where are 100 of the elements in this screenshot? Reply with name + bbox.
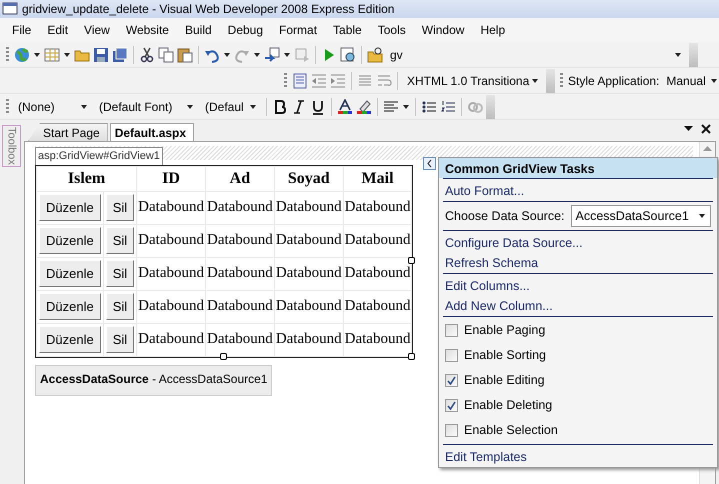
- caret-icon[interactable]: [710, 76, 718, 84]
- indent-icon[interactable]: [330, 72, 346, 88]
- style-application-label: Style Application:: [568, 72, 660, 90]
- dropdown-icon[interactable]: [684, 124, 693, 133]
- edit-button[interactable]: Düzenle: [39, 194, 101, 222]
- table-cell: Databound: [136, 257, 206, 290]
- resize-handle[interactable]: [220, 352, 228, 360]
- resize-handle[interactable]: [408, 257, 416, 264]
- caret-icon[interactable]: [283, 50, 291, 58]
- edit-button[interactable]: Düzenle: [39, 260, 101, 288]
- menu-item[interactable]: Build: [176, 21, 220, 39]
- edit-button[interactable]: Düzenle: [39, 292, 101, 320]
- delete-button[interactable]: Sil: [106, 194, 134, 222]
- paste-icon[interactable]: [177, 46, 193, 62]
- caret-icon[interactable]: [698, 212, 706, 220]
- style-application-dropdown[interactable]: Manual: [662, 70, 719, 90]
- column-header: ID: [136, 166, 206, 191]
- document-tab[interactable]: Start Page: [28, 123, 108, 141]
- folder-search-icon[interactable]: [367, 46, 383, 62]
- form-icon[interactable]: [292, 72, 308, 88]
- numbered-list-icon[interactable]: [440, 98, 456, 114]
- edit-button[interactable]: Düzenle: [39, 226, 101, 254]
- browser-preview-icon[interactable]: [340, 46, 356, 62]
- edit-button[interactable]: Düzenle: [39, 326, 101, 354]
- caret-icon[interactable]: [80, 102, 88, 110]
- toolbox-tab[interactable]: Toolbox: [2, 125, 20, 167]
- menu-item[interactable]: Edit: [39, 21, 76, 39]
- bullet-list-icon[interactable]: [421, 98, 437, 114]
- checkbox[interactable]: [445, 349, 458, 362]
- menu-item[interactable]: Format: [271, 21, 326, 39]
- caret-icon[interactable]: [531, 76, 539, 84]
- caret-icon[interactable]: [674, 50, 682, 58]
- outdent-icon[interactable]: [311, 72, 327, 88]
- column-header: Islem: [36, 166, 137, 191]
- task-link[interactable]: Refresh Schema: [445, 252, 711, 272]
- table-cell: Databound: [136, 323, 206, 356]
- cut-icon[interactable]: [139, 46, 155, 62]
- checkbox-label[interactable]: Enable Sorting: [464, 346, 546, 365]
- resize-handle[interactable]: [408, 352, 416, 360]
- task-link[interactable]: Auto Format...: [445, 180, 711, 200]
- bold-icon[interactable]: [272, 98, 288, 114]
- lines-icon[interactable]: [357, 72, 373, 88]
- doctype-dropdown[interactable]: XHTML 1.0 Transitiona: [403, 70, 543, 90]
- delete-button[interactable]: Sil: [106, 326, 134, 354]
- task-link[interactable]: Edit Columns...: [445, 275, 711, 295]
- save-icon[interactable]: [93, 46, 109, 62]
- copy-icon[interactable]: [158, 46, 174, 62]
- italic-icon[interactable]: [291, 98, 307, 114]
- menu-item[interactable]: File: [4, 21, 40, 39]
- caret-icon[interactable]: [186, 102, 194, 110]
- document-tab[interactable]: Default.aspx: [110, 123, 194, 141]
- navigate-icon[interactable]: [264, 46, 280, 62]
- caret-icon[interactable]: [253, 50, 261, 58]
- menu-item[interactable]: Table: [325, 21, 370, 39]
- menu-item[interactable]: Tools: [370, 21, 414, 39]
- task-link[interactable]: Edit Templates: [445, 446, 711, 466]
- checkbox[interactable]: [445, 374, 458, 387]
- smart-tag-icon[interactable]: [423, 157, 436, 170]
- checkbox[interactable]: [445, 324, 458, 337]
- menu-item[interactable]: Help: [472, 21, 514, 39]
- table-icon[interactable]: [44, 46, 60, 62]
- menu-item[interactable]: Debug: [220, 21, 272, 39]
- highlighter-icon[interactable]: [356, 98, 372, 114]
- align-icon[interactable]: [383, 98, 399, 114]
- checkbox[interactable]: [445, 424, 458, 437]
- menu-item[interactable]: Website: [118, 21, 177, 39]
- delete-button[interactable]: Sil: [106, 260, 134, 288]
- checkbox-label[interactable]: Enable Paging: [464, 321, 546, 340]
- delete-button[interactable]: Sil: [106, 292, 134, 320]
- font-size-dropdown[interactable]: (Defaul: [201, 96, 261, 116]
- menu-item[interactable]: View: [76, 21, 118, 39]
- block-format-dropdown[interactable]: (None): [14, 96, 92, 116]
- close-icon[interactable]: [701, 124, 711, 134]
- table-cell: Databound: [205, 224, 274, 257]
- column-header: Soyad: [274, 166, 344, 191]
- delete-button[interactable]: Sil: [106, 226, 134, 254]
- checkbox-label[interactable]: Enable Deleting: [464, 396, 552, 415]
- font-dropdown[interactable]: (Default Font): [95, 96, 198, 116]
- table-cell: Databound: [136, 224, 206, 257]
- underline-icon[interactable]: [310, 98, 326, 114]
- caret-icon[interactable]: [249, 102, 257, 110]
- table-cell: Databound: [343, 191, 412, 224]
- target-dropdown[interactable]: gv: [386, 44, 686, 64]
- checkbox[interactable]: [445, 399, 458, 412]
- caret-icon[interactable]: [33, 50, 41, 58]
- checkbox-label[interactable]: Enable Selection: [464, 421, 558, 440]
- task-link[interactable]: Configure Data Source...: [445, 232, 711, 252]
- font-color-icon[interactable]: [337, 98, 353, 114]
- menu-item[interactable]: Window: [414, 21, 472, 39]
- caret-icon[interactable]: [402, 102, 410, 110]
- scroll-up-icon[interactable]: [703, 146, 712, 152]
- panel-title: Common GridView Tasks: [439, 158, 717, 178]
- caret-icon[interactable]: [63, 50, 71, 58]
- data-source-dropdown[interactable]: AccessDataSource1: [570, 205, 711, 227]
- save-all-icon[interactable]: [112, 46, 128, 62]
- caret-icon[interactable]: [223, 50, 231, 58]
- checkbox-label[interactable]: Enable Editing: [464, 371, 545, 390]
- text-wrap-icon[interactable]: [376, 72, 392, 88]
- task-link[interactable]: Add New Column...: [445, 295, 711, 315]
- app-icon: [2, 2, 18, 16]
